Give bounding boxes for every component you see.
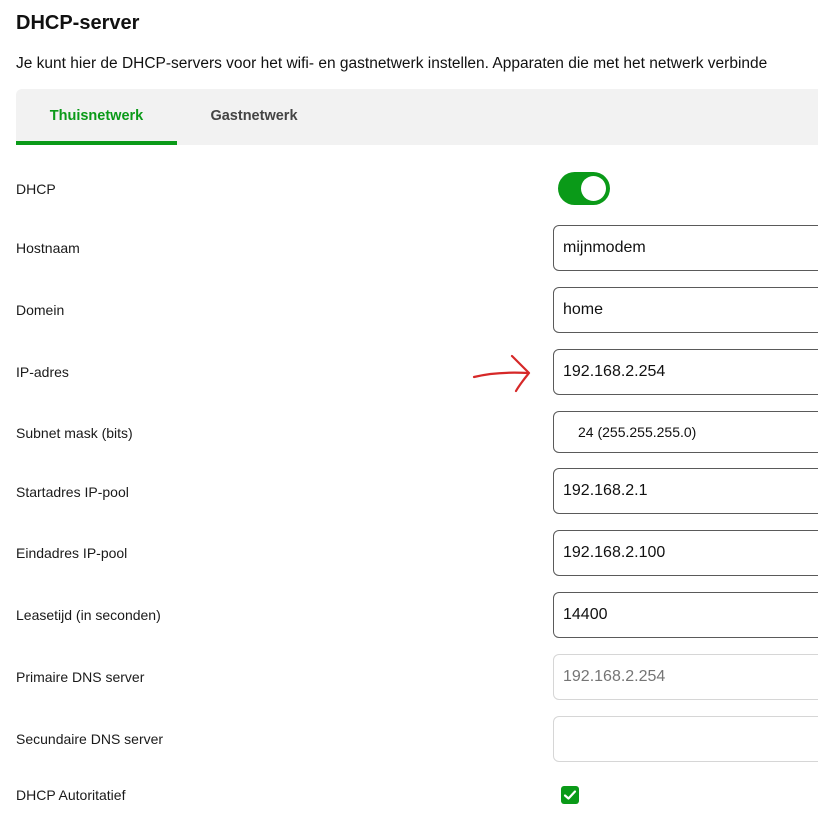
subnet-mask-value: 24 (255.255.255.0) [578, 424, 697, 440]
secondary-dns-input[interactable] [553, 716, 818, 762]
pool-end-label: Eindadres IP-pool [16, 545, 128, 561]
subnet-mask-select[interactable]: 24 (255.255.255.0) [553, 411, 818, 453]
lease-time-input[interactable] [553, 592, 818, 638]
tab-thuisnetwerk[interactable]: Thuisnetwerk [16, 89, 177, 145]
lease-time-label: Leasetijd (in seconden) [16, 607, 161, 623]
dhcp-authoritative-checkbox[interactable] [561, 786, 579, 804]
dhcp-authoritative-label: DHCP Autoritatief [16, 787, 126, 803]
domain-label: Domein [16, 302, 65, 318]
dhcp-toggle[interactable] [558, 172, 610, 205]
subnet-mask-label: Subnet mask (bits) [16, 425, 133, 441]
primary-dns-label: Primaire DNS server [16, 669, 145, 685]
hostname-input[interactable] [553, 225, 818, 271]
pool-start-label: Startadres IP-pool [16, 484, 129, 500]
pool-end-input[interactable] [553, 530, 818, 576]
hostname-label: Hostnaam [16, 240, 80, 256]
page-title: DHCP-server [16, 12, 140, 34]
ip-address-label: IP-adres [16, 364, 69, 380]
primary-dns-input [553, 654, 818, 700]
domain-input[interactable] [553, 287, 818, 333]
dhcp-label: DHCP [16, 181, 56, 197]
checkmark-icon [563, 790, 577, 800]
pool-start-input[interactable] [553, 468, 818, 514]
page-description: Je kunt hier de DHCP-servers voor het wi… [16, 55, 768, 72]
toggle-knob [581, 176, 606, 201]
ip-address-input[interactable] [553, 349, 818, 395]
tab-gastnetwerk[interactable]: Gastnetwerk [177, 89, 331, 145]
tab-bar: Thuisnetwerk Gastnetwerk [16, 89, 818, 145]
hand-drawn-arrow-icon [472, 354, 531, 393]
secondary-dns-label: Secundaire DNS server [16, 731, 164, 747]
